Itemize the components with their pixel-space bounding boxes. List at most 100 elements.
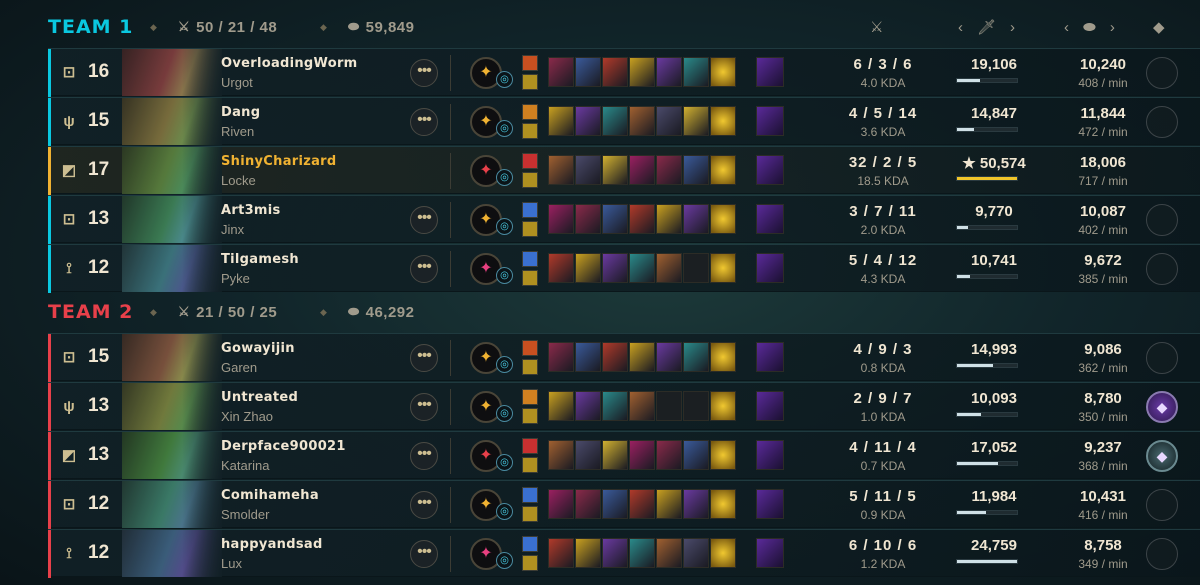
item-icon [629, 391, 655, 421]
kda-score: 32 / 2 / 5 [848, 154, 918, 171]
more-options-button[interactable]: ••• [410, 491, 438, 519]
gold-per-minute: 416 / min [1078, 508, 1128, 522]
honor-button[interactable] [1146, 253, 1178, 285]
damage-bar-fill [957, 128, 975, 131]
item-icon [548, 204, 574, 234]
secondary-rune-icon: ◎ [496, 218, 513, 235]
player-row[interactable]: ◩ 13 Derpface900021 Katarina ••• ✦ ◎ 4 / 11 / 4… [48, 431, 1200, 480]
empty-item-slot [656, 391, 682, 421]
item-icon [548, 57, 574, 87]
item-icon [683, 342, 709, 372]
item-icon [602, 342, 628, 372]
chevron-right-icon[interactable]: › [1010, 19, 1015, 36]
item-icon [656, 155, 682, 185]
champion-portrait [122, 383, 222, 430]
damage-bar-fill [957, 511, 986, 514]
damage-bar [956, 363, 1018, 368]
player-row[interactable]: ψ 15 Dang Riven ••• ✦ ◎ 4 / 5 / 14 3.6 KDA 14,847… [48, 97, 1200, 146]
trinket-item-icon [756, 106, 784, 136]
item-icon [683, 489, 709, 519]
item-icon [710, 204, 736, 234]
gold-column-header[interactable]: ‹ ⬬ › [1064, 19, 1115, 36]
player-name[interactable]: Dang [221, 105, 260, 120]
damage-value: 11,984 [971, 488, 1017, 505]
player-name[interactable]: Derpface900021 [221, 439, 346, 454]
honor-button[interactable] [1146, 57, 1178, 89]
more-options-button[interactable]: ••• [410, 59, 438, 87]
kda-column-header: ⚔ [870, 18, 883, 36]
champion-portrait [122, 334, 222, 381]
more-options-button[interactable]: ••• [410, 344, 438, 372]
honor-button[interactable] [1146, 489, 1178, 521]
honor-button[interactable] [1146, 538, 1178, 570]
honor-badge-icon[interactable]: ◆ [1146, 440, 1178, 472]
team-color-edge [48, 334, 51, 382]
player-name[interactable]: Art3mis [221, 203, 281, 218]
item-icon [629, 489, 655, 519]
chevron-left-icon[interactable]: ‹ [1064, 19, 1069, 36]
more-options-button[interactable]: ••• [410, 206, 438, 234]
item-slots [548, 391, 736, 421]
player-row[interactable]: ⊡ 15 Gowayijin Garen ••• ✦ ◎ 4 / 9 / 3 0.8 KDA 14… [48, 333, 1200, 382]
chevron-right-icon[interactable]: › [1110, 19, 1115, 36]
empty-item-slot [683, 391, 709, 421]
damage-value: 14,993 [971, 341, 1017, 358]
player-row[interactable]: ⟟ 12 happyandsad Lux ••• ✦ ◎ 6 / 10 / 6 1.2 KDA 2… [48, 529, 1200, 578]
player-row[interactable]: ◩ 17 ShinyCharizard Locke ✦ ◎ 32 / 2 / 5 18.5 K… [48, 146, 1200, 195]
kda-ratio: 2.0 KDA [860, 223, 906, 237]
item-slots [548, 342, 736, 372]
item-slots [548, 489, 736, 519]
item-icon [710, 489, 736, 519]
item-icon [656, 253, 682, 283]
player-row[interactable]: ψ 13 Untreated Xin Zhao ••• ✦ ◎ 2 / 9 / 7 1.0 KD… [48, 382, 1200, 431]
more-options-button[interactable]: ••• [410, 255, 438, 283]
player-name[interactable]: Untreated [221, 390, 298, 405]
item-icon [575, 204, 601, 234]
honor-button[interactable] [1146, 204, 1178, 236]
chevron-left-icon[interactable]: ‹ [958, 19, 963, 36]
honor-button[interactable] [1146, 342, 1178, 374]
player-row[interactable]: ⊡ 16 OverloadingWorm Urgot ••• ✦ ◎ 6 / 3 / 6 4.0… [48, 48, 1200, 97]
damage-column-header[interactable]: ‹ 🗡 › [958, 18, 1015, 37]
divider [450, 104, 451, 140]
damage-value: 24,759 [971, 537, 1017, 554]
player-name[interactable]: Comihameha [221, 488, 319, 503]
secondary-rune-icon: ◎ [496, 503, 513, 520]
player-row[interactable]: ⟟ 12 Tilgamesh Pyke ••• ✦ ◎ 5 / 4 / 12 4.3 KDA 10… [48, 244, 1200, 293]
honor-button[interactable] [1146, 106, 1178, 138]
player-name[interactable]: Gowayijin [221, 341, 295, 356]
player-name[interactable]: OverloadingWorm [221, 56, 358, 71]
player-name[interactable]: happyandsad [221, 537, 323, 552]
honor-column-header: ◆ [1153, 18, 1165, 36]
kda-score: 6 / 10 / 6 [848, 537, 918, 554]
more-options-button[interactable]: ••• [410, 442, 438, 470]
coins-icon: ⬬ [348, 304, 360, 319]
crossed-swords-icon: ⚔ [178, 19, 191, 34]
more-options-button[interactable]: ••• [410, 540, 438, 568]
item-icon [656, 489, 682, 519]
honor-badge-icon[interactable]: ◆ [1146, 391, 1178, 423]
kda-ratio: 0.9 KDA [860, 508, 906, 522]
trinket-item-icon [756, 391, 784, 421]
more-options-button[interactable]: ••• [410, 108, 438, 136]
divider [450, 202, 451, 238]
kda-ratio: 4.3 KDA [860, 272, 906, 286]
summoner-spell-icon [522, 221, 538, 237]
secondary-rune-icon: ◎ [496, 120, 513, 137]
player-name[interactable]: ShinyCharizard [221, 154, 337, 169]
item-icon [548, 538, 574, 568]
kda-score: 6 / 3 / 6 [853, 56, 913, 73]
damage-bar [956, 127, 1018, 132]
item-icon [575, 391, 601, 421]
more-options-button[interactable]: ••• [410, 393, 438, 421]
player-row[interactable]: ⊡ 12 Comihameha Smolder ••• ✦ ◎ 5 / 11 / 5 0.9 K… [48, 480, 1200, 529]
item-icon [629, 106, 655, 136]
item-icon [629, 440, 655, 470]
player-name[interactable]: Tilgamesh [221, 252, 299, 267]
summoner-spell-icon [522, 359, 538, 375]
player-row[interactable]: ⊡ 13 Art3mis Jinx ••• ✦ ◎ 3 / 7 / 11 2.0 KDA 9,77… [48, 195, 1200, 244]
gold-earned: 9,086 [1084, 341, 1122, 358]
damage-bar [956, 225, 1018, 230]
item-icon [575, 342, 601, 372]
item-icon [575, 440, 601, 470]
